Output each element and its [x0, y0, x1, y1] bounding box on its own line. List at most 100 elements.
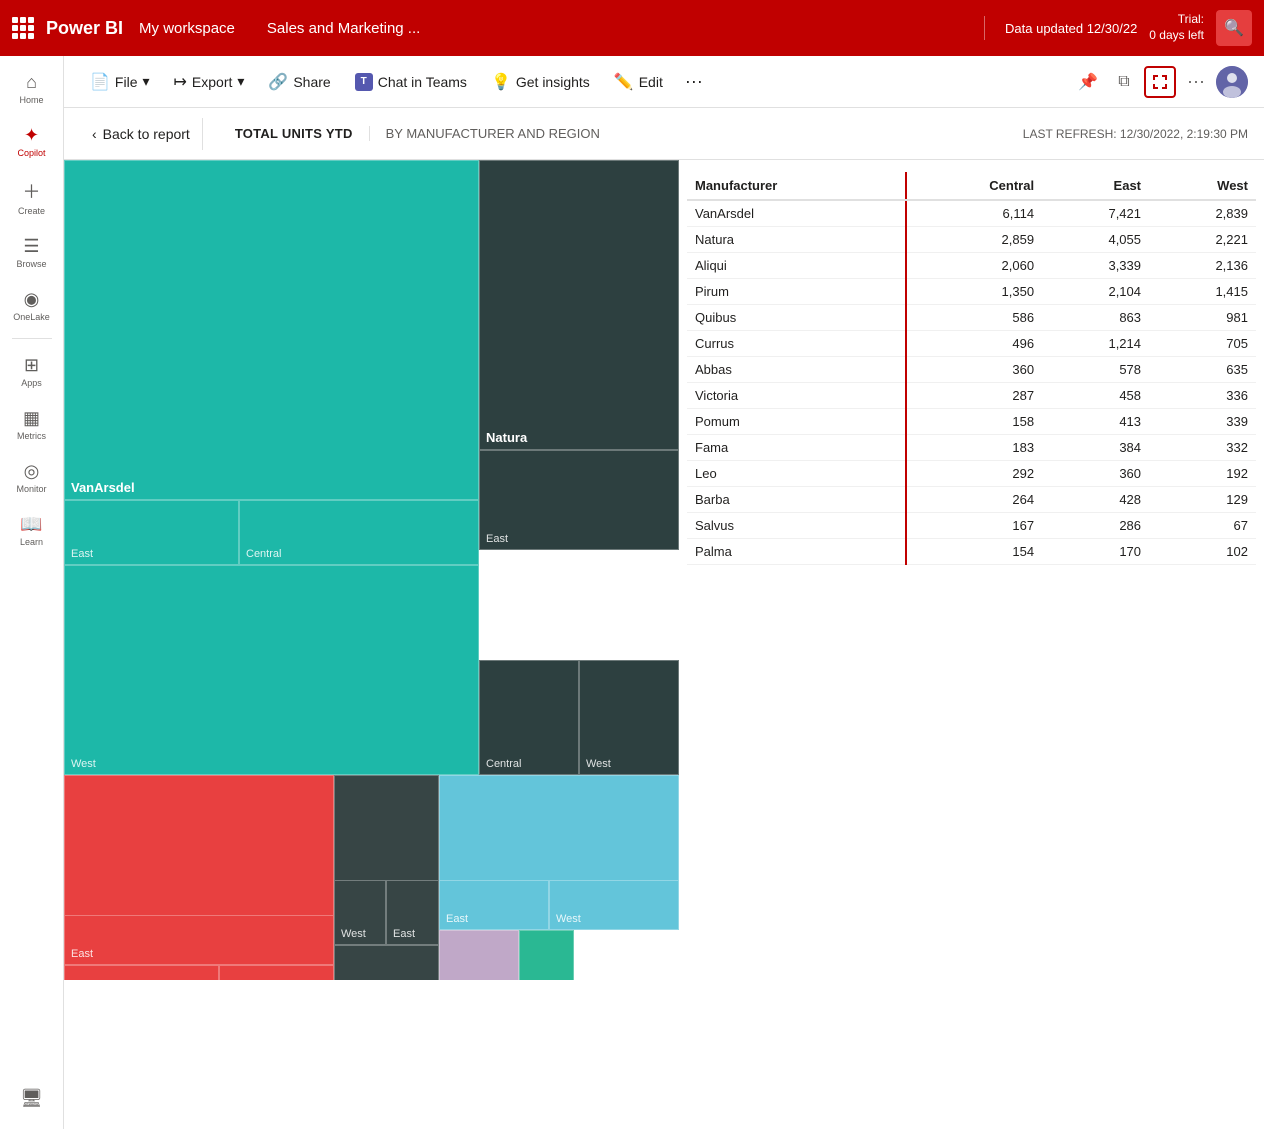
overflow-button[interactable]: ··· [1180, 66, 1212, 98]
table-header-row: Manufacturer Central East West [687, 172, 1256, 200]
cell-manufacturer: Palma [687, 539, 906, 565]
sidebar-item-label: Browse [16, 259, 46, 269]
treemap-cell[interactable]: East [386, 880, 439, 945]
treemap-cell[interactable]: East [439, 880, 549, 930]
more-options-button[interactable]: ··· [677, 65, 711, 98]
sidebar-item-metrics[interactable]: ▦ Metrics [4, 400, 60, 449]
treemap-cell[interactable]: West [64, 965, 219, 980]
trial-info: Trial: 0 days left [1149, 12, 1204, 43]
cell-east: 578 [1042, 357, 1149, 383]
table-row: Leo 292 360 192 [687, 461, 1256, 487]
export-button[interactable]: ↦ Export ▾ [164, 66, 255, 98]
insights-label: Get insights [516, 74, 590, 90]
treemap-cell[interactable]: Leo [519, 930, 574, 980]
cell-central: 496 [906, 331, 1042, 357]
treemap-cell[interactable]: Natura [479, 160, 679, 450]
manufacturer-table: Manufacturer Central East West VanArsdel… [687, 172, 1256, 565]
app-grid-button[interactable] [12, 17, 34, 39]
cell-manufacturer: Natura [687, 227, 906, 253]
search-button[interactable]: 🔍 [1216, 10, 1252, 46]
treemap-cell-sublabel: East [446, 913, 542, 925]
cell-central: 158 [906, 409, 1042, 435]
treemap-cell[interactable]: East [64, 500, 239, 565]
treemap-cell[interactable]: Central [219, 965, 334, 980]
avatar[interactable] [1216, 66, 1248, 98]
share-button[interactable]: 🔗 Share [258, 66, 340, 98]
onelake-icon: ◉ [24, 289, 40, 310]
sidebar-item-create[interactable]: ＋ Create [4, 170, 60, 224]
treemap-cell[interactable]: Central [239, 500, 479, 565]
back-arrow-icon: ‹ [92, 126, 97, 142]
sidebar-item-screen[interactable]: 🖥 [4, 1080, 60, 1117]
file-button[interactable]: 📄 File ▾ [80, 66, 160, 98]
cell-manufacturer: Leo [687, 461, 906, 487]
monitor-icon: ◎ [24, 461, 40, 482]
table-header: Manufacturer Central East West [687, 172, 1256, 200]
cell-manufacturer: Barba [687, 487, 906, 513]
sidebar-item-monitor[interactable]: ◎ Monitor [4, 453, 60, 502]
treemap-cell[interactable]: Central [334, 945, 439, 980]
screen-icon: 🖥 [20, 1088, 43, 1109]
treemap-cell-sublabel: West [556, 913, 672, 925]
cell-central: 6,114 [906, 200, 1042, 227]
cell-west: 336 [1149, 383, 1256, 409]
cell-central: 586 [906, 305, 1042, 331]
sidebar-item-label: Metrics [17, 431, 46, 441]
treemap-cell[interactable]: West [579, 660, 679, 775]
tab-bar: ‹ Back to report TOTAL UNITS YTD BY MANU… [64, 108, 1264, 160]
left-sidebar: ⌂ Home ✦ Copilot ＋ Create ☰ Browse ◉ One… [0, 56, 64, 1129]
refresh-info: LAST REFRESH: 12/30/2022, 2:19:30 PM [1023, 127, 1248, 141]
treemap-chart[interactable]: VanArsdelEastCentralWestNaturaEastCentra… [64, 160, 679, 980]
cell-west: 2,136 [1149, 253, 1256, 279]
cell-central: 2,859 [906, 227, 1042, 253]
back-to-report-button[interactable]: ‹ Back to report [80, 118, 203, 150]
sidebar-item-apps[interactable]: ⊞ Apps [4, 347, 60, 396]
avatar-image [1216, 66, 1248, 98]
sidebar-item-onelake[interactable]: ◉ OneLake [4, 281, 60, 330]
treemap-cell[interactable]: East [479, 450, 679, 550]
chat-in-teams-button[interactable]: T Chat in Teams [345, 67, 477, 97]
treemap-cell[interactable]: West [334, 880, 386, 945]
treemap-cell[interactable]: VanArsdel [64, 160, 479, 500]
treemap-cell[interactable]: West [64, 565, 479, 775]
cell-east: 1,214 [1042, 331, 1149, 357]
cell-manufacturer: Quibus [687, 305, 906, 331]
treemap-cell-sublabel: East [71, 548, 232, 560]
table-row: Quibus 586 863 981 [687, 305, 1256, 331]
tab-by-manufacturer-region[interactable]: BY MANUFACTURER AND REGION [370, 126, 616, 141]
sidebar-item-learn[interactable]: 📖 Learn [4, 506, 60, 555]
cell-manufacturer: VanArsdel [687, 200, 906, 227]
cell-east: 3,339 [1042, 253, 1149, 279]
sidebar-item-copilot[interactable]: ✦ Copilot [4, 117, 60, 166]
cell-manufacturer: Abbas [687, 357, 906, 383]
cell-central: 2,060 [906, 253, 1042, 279]
focus-mode-button[interactable] [1144, 66, 1176, 98]
treemap-cell[interactable]: Fama [439, 930, 519, 980]
cell-east: 7,421 [1042, 200, 1149, 227]
table-row: Salvus 167 286 67 [687, 513, 1256, 539]
edit-button[interactable]: ✏️ Edit [604, 66, 673, 98]
treemap-cell[interactable]: Central [479, 660, 579, 775]
pin-button[interactable]: 📌 [1072, 66, 1104, 98]
copy-button[interactable]: ⧉ [1108, 66, 1140, 98]
get-insights-button[interactable]: 💡 Get insights [481, 66, 600, 98]
cell-west: 332 [1149, 435, 1256, 461]
treemap-cell-sublabel: Central [246, 548, 472, 560]
learn-icon: 📖 [20, 514, 42, 535]
sidebar-item-home[interactable]: ⌂ Home [4, 64, 60, 113]
treemap-cell[interactable]: West [549, 880, 679, 930]
treemap-cell[interactable]: East [64, 915, 334, 965]
tab-total-units-ytd[interactable]: TOTAL UNITS YTD [219, 126, 370, 141]
file-chevron-icon: ▾ [142, 73, 149, 90]
table-row: Aliqui 2,060 3,339 2,136 [687, 253, 1256, 279]
cell-west: 102 [1149, 539, 1256, 565]
cell-manufacturer: Pirum [687, 279, 906, 305]
toolbar: 📄 File ▾ ↦ Export ▾ 🔗 Share T Chat in Te… [64, 56, 1264, 108]
share-label: Share [293, 74, 330, 90]
chat-label: Chat in Teams [378, 74, 467, 90]
teams-icon: T [355, 73, 373, 91]
table-row: VanArsdel 6,114 7,421 2,839 [687, 200, 1256, 227]
workspace-name[interactable]: My workspace [139, 20, 235, 37]
chart-table-area: VanArsdelEastCentralWestNaturaEastCentra… [64, 160, 1264, 1129]
sidebar-item-browse[interactable]: ☰ Browse [4, 228, 60, 277]
